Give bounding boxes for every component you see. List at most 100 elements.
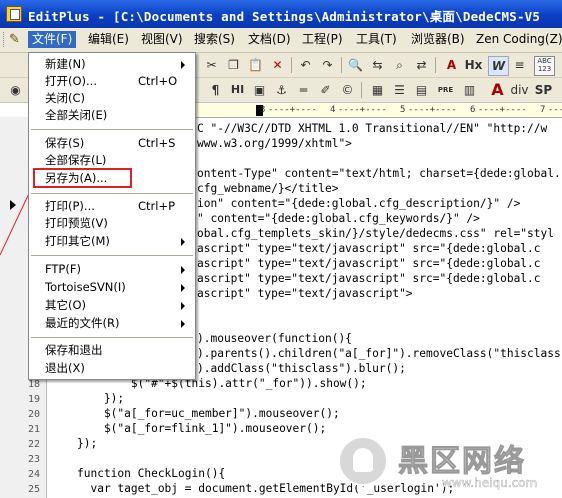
file-menu-save-all[interactable]: 全部保存(L) <box>29 153 195 168</box>
font-size-icon[interactable]: A <box>442 56 461 74</box>
table-icon[interactable]: ▦ <box>368 81 387 99</box>
toolbar-separator <box>291 57 293 73</box>
font-big-icon[interactable]: A <box>488 81 507 99</box>
anchor-icon[interactable]: ⚓ <box>272 81 291 99</box>
file-menu-close-all[interactable]: 全部关闭(E) <box>29 108 195 123</box>
font-color-icon[interactable]: ▥ <box>460 81 479 99</box>
line-number: 19 <box>27 394 40 405</box>
cut-icon[interactable]: ✂ <box>202 56 221 74</box>
submenu-arrow-icon <box>181 284 185 292</box>
file-menu-ftp[interactable]: FTP(F) <box>29 262 195 277</box>
code-line: obal.cfg_templets_skin/}/style/dedecms.c… <box>197 227 554 240</box>
code-line: }); <box>77 392 125 405</box>
shortcut-text: Ctrl+P <box>138 199 176 213</box>
code-line: ascript" type="text/javascript" src="{de… <box>197 257 541 270</box>
file-menu-recent-files[interactable]: 最近的文件(R) <box>29 316 195 331</box>
edit-tag-icon[interactable]: ✐ <box>316 81 335 99</box>
copyright-icon[interactable]: © <box>338 81 357 99</box>
menu-project[interactable]: 工程(P) <box>298 31 347 48</box>
menu-search[interactable]: 搜索(S) <box>190 31 239 48</box>
shortcut-text: Ctrl+S <box>138 136 176 150</box>
code-line: www.w3.org/1999/xhtml"> <box>197 137 352 150</box>
menu-tools[interactable]: 工具(T) <box>352 31 401 48</box>
menu-file[interactable]: 文件(F) <box>28 31 77 48</box>
shortcut-text: Ctrl+O <box>138 74 178 88</box>
document-pencil-icon[interactable]: ✎ <box>9 32 25 47</box>
file-menu-print[interactable]: 打印(P)... Ctrl+P <box>29 199 195 214</box>
spell-check-icon[interactable]: ABC 123 <box>534 56 555 76</box>
code-line: ascript" type="text/javascript" src="{de… <box>197 272 541 285</box>
copy-icon[interactable]: ❐ <box>224 56 243 74</box>
file-menu-exit[interactable]: 退出(X) <box>29 361 195 376</box>
browser-icon[interactable]: ◉ <box>6 81 25 99</box>
file-menu-print-preview[interactable]: 打印预览(V) <box>29 216 195 231</box>
file-menu-save-and-exit[interactable]: 保存和退出 <box>29 343 195 358</box>
image-icon[interactable]: ▣ <box>250 81 269 99</box>
find-in-files-icon[interactable]: ⌕ <box>390 56 409 74</box>
undo-icon[interactable]: ↶ <box>296 56 315 74</box>
ruler-mark-7: 7 <box>540 105 546 115</box>
submenu-arrow-icon <box>181 320 185 328</box>
file-menu-close[interactable]: 关闭(C) <box>29 91 195 106</box>
menu-zen-coding[interactable]: Zen Coding(Z) <box>472 31 562 48</box>
code-line: ).mouseover(function(){ <box>197 332 352 345</box>
line-number: 18 <box>27 379 40 390</box>
code-line: function CheckLogin(){ <box>77 467 226 480</box>
menu-view[interactable]: 视图(V) <box>137 31 187 48</box>
menu-document[interactable]: 文档(D) <box>244 31 295 48</box>
code-line: C "-//W3C//DTD XHTML 1.0 Transitional//E… <box>197 122 548 135</box>
find-icon[interactable]: 🔍 <box>346 56 365 74</box>
span-tag-icon[interactable]: SP <box>534 81 553 99</box>
mushroom-logo-icon <box>338 436 388 486</box>
menu-edit[interactable]: 编辑(E) <box>84 31 133 48</box>
menubar-grip-handle[interactable] <box>3 32 7 47</box>
column-select-icon[interactable]: ≡ <box>510 56 529 74</box>
code-line: ).parents().children("a[_for]").removeCl… <box>197 347 562 360</box>
heading-icon[interactable]: HHI <box>228 81 247 99</box>
menu-bar: ✎ 文件(F) 编辑(E) 视图(V) 搜索(S) 文档(D) 工程(P) 工具… <box>0 28 562 53</box>
form-icon[interactable]: ▤ <box>412 81 431 99</box>
word-wrap-icon[interactable]: W <box>488 56 509 76</box>
replace-icon[interactable]: ⇄ <box>412 56 431 74</box>
ruler-mark-6: 6 <box>470 105 476 115</box>
file-menu-print-other[interactable]: 打印其它(M) <box>29 234 195 249</box>
hex-view-icon[interactable]: Hx <box>464 56 483 74</box>
editplus-app-icon[interactable] <box>6 6 22 22</box>
watermark-text: 黑区网络 <box>398 444 526 480</box>
file-menu-save[interactable]: 保存(S) Ctrl+S <box>29 136 195 151</box>
submenu-arrow-icon <box>181 238 185 246</box>
code-line: ascript" type="text/javascript"> <box>197 287 413 300</box>
div-tag-icon[interactable]: div <box>510 81 529 99</box>
list-icon[interactable]: ☰ <box>390 81 409 99</box>
line-number: 20 <box>27 409 40 420</box>
code-line: " content="{dede:global.cfg_keywords/}" … <box>197 212 480 225</box>
hr-icon[interactable]: ═ <box>294 81 313 99</box>
redo-icon[interactable]: ↷ <box>318 56 337 74</box>
file-menu-new[interactable]: 新建(N) <box>29 57 195 72</box>
code-line: ontent-Type" content="text/html; charset… <box>197 167 561 180</box>
code-line: ascript" type="text/javascript" src="{de… <box>197 242 541 255</box>
paste-icon[interactable]: 📋 <box>246 56 265 74</box>
line-number: 24 <box>27 469 40 480</box>
delete-icon[interactable]: ✕ <box>268 56 287 74</box>
ruler-mark-5: 5 <box>400 105 406 115</box>
code-line: $("a[_for=flink_1]").mouseover(); <box>77 422 327 435</box>
line-number: 21 <box>27 424 40 435</box>
file-menu-tortoisesvn[interactable]: TortoiseSVN(I) <box>29 280 195 295</box>
menu-separator <box>31 337 193 338</box>
submenu-arrow-icon <box>181 61 185 69</box>
code-line: }); <box>77 437 98 450</box>
menu-separator <box>31 255 193 256</box>
paragraph-icon[interactable]: ¶ <box>206 81 225 99</box>
find-next-icon[interactable]: ⇆ <box>368 56 387 74</box>
menu-browser[interactable]: 浏览器(B) <box>407 31 469 48</box>
watermark: 黑区网络 www.heiqu.com <box>330 430 562 498</box>
submenu-arrow-icon <box>181 266 185 274</box>
current-line-marker <box>10 200 16 210</box>
line-number: 25 <box>27 484 40 495</box>
file-menu-other[interactable]: 其它(O) <box>29 298 195 313</box>
pre-tag-icon[interactable]: PRE <box>436 81 455 99</box>
window-title: EditPlus - [C:\Documents and Settings\Ad… <box>28 9 541 24</box>
title-bar: EditPlus - [C:\Documents and Settings\Ad… <box>0 0 562 28</box>
file-menu-open[interactable]: 打开(O)... Ctrl+O <box>29 74 195 89</box>
